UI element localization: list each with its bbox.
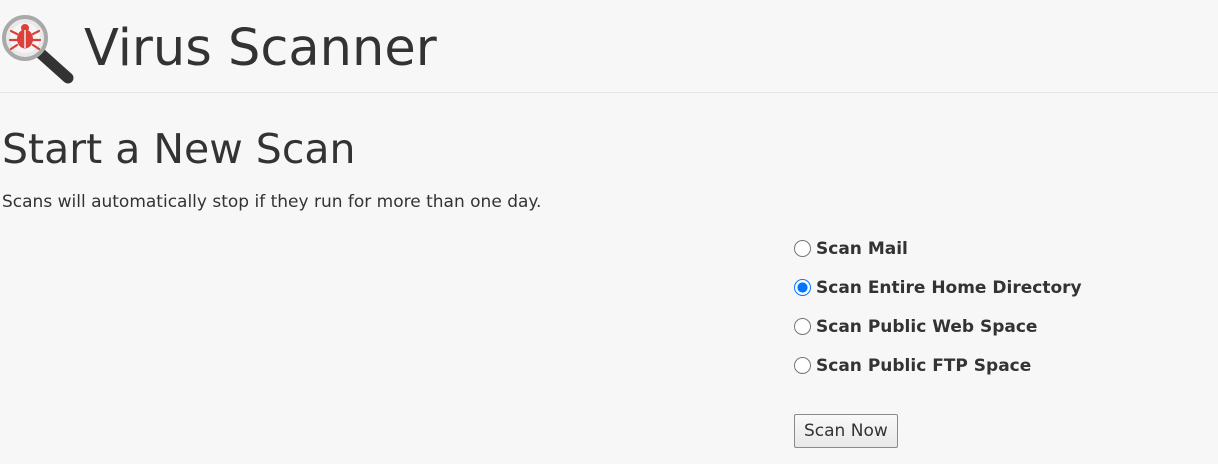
scan-option-mail[interactable]: Scan Mail	[794, 229, 1194, 268]
section-description: Scans will automatically stop if they ru…	[2, 192, 542, 212]
scan-type-options: Scan Mail Scan Entire Home Directory Sca…	[794, 229, 1194, 385]
scan-home-directory-radio[interactable]	[794, 279, 811, 296]
page-title: Virus Scanner	[84, 19, 437, 78]
virus-scanner-page: Virus Scanner Start a New Scan Scans wil…	[0, 0, 1218, 464]
scan-now-button[interactable]: Scan Now	[794, 414, 898, 448]
scan-option-home-directory[interactable]: Scan Entire Home Directory	[794, 268, 1194, 307]
scan-option-label: Scan Mail	[816, 238, 908, 259]
section-title: Start a New Scan	[2, 125, 356, 173]
scan-option-public-web-space[interactable]: Scan Public Web Space	[794, 307, 1194, 346]
scan-option-label: Scan Entire Home Directory	[816, 277, 1082, 298]
page-header: Virus Scanner	[0, 0, 1218, 93]
scan-public-web-space-radio[interactable]	[794, 318, 811, 335]
virus-scanner-icon	[2, 15, 74, 84]
scan-option-public-ftp-space[interactable]: Scan Public FTP Space	[794, 346, 1194, 385]
scan-public-ftp-space-radio[interactable]	[794, 357, 811, 374]
scan-option-label: Scan Public Web Space	[816, 316, 1038, 337]
scan-mail-radio[interactable]	[794, 240, 811, 257]
scan-option-label: Scan Public FTP Space	[816, 355, 1032, 376]
